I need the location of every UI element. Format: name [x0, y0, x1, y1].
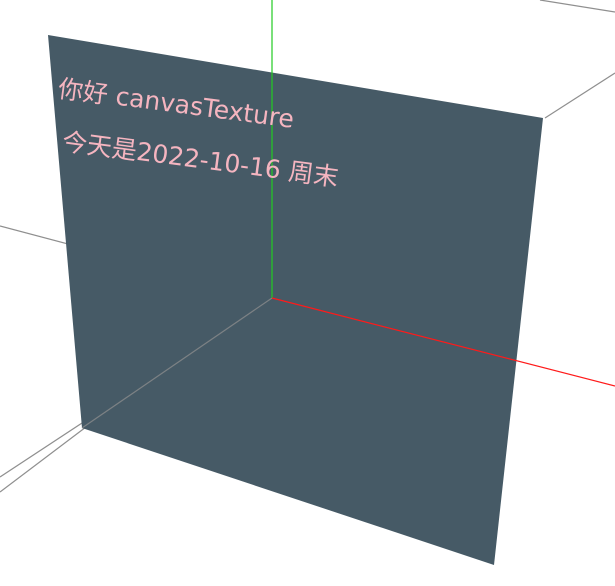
texture-plane	[48, 35, 543, 565]
threejs-viewport[interactable]: 你好 canvasTexture 今天是2022-10-16 周末	[0, 0, 615, 586]
grid-line	[539, 0, 615, 13]
grid-line	[544, 72, 615, 119]
grid-line	[0, 426, 87, 493]
